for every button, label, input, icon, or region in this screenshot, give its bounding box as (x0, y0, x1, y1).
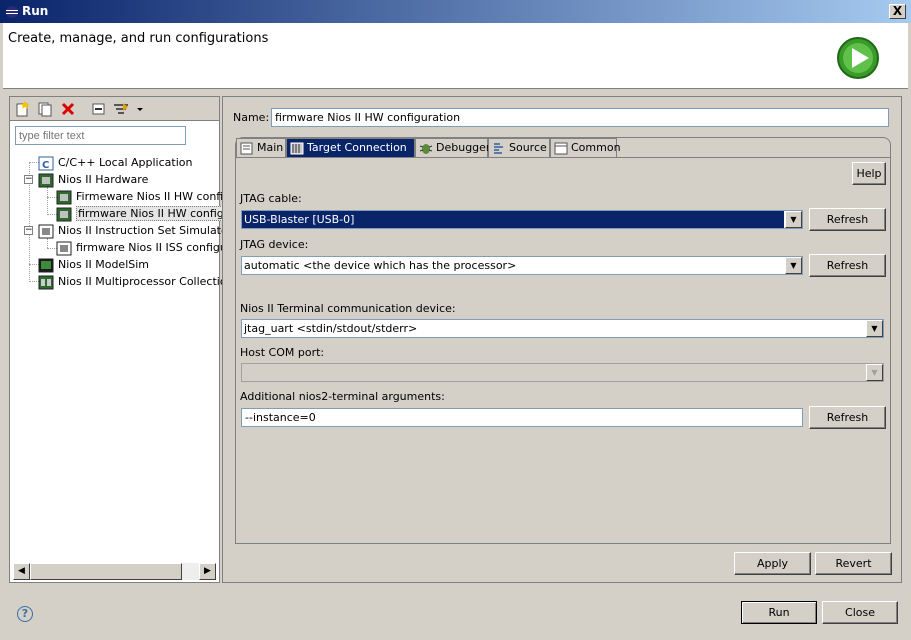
filter-icon[interactable] (113, 101, 129, 117)
source-icon (491, 141, 507, 156)
tree-item-cpp-local-app[interactable]: C C/C++ Local Application (38, 154, 192, 171)
jtag-device-select[interactable]: automatic <the device which has the proc… (241, 256, 803, 275)
delete-icon[interactable] (60, 101, 76, 117)
tree-item-firmeware-hw-config[interactable]: Firmeware Nios II HW configu (56, 188, 237, 205)
apply-button[interactable]: Apply (734, 552, 811, 575)
common-icon (553, 141, 569, 156)
jtag-cable-select[interactable]: USB-Blaster [USB-0] ▼ (241, 210, 803, 229)
svg-text:C: C (42, 160, 49, 171)
new-config-icon[interactable] (14, 101, 30, 117)
config-name-input[interactable]: firmware Nios II HW configuration (271, 108, 889, 127)
target-connection-icon (289, 141, 305, 156)
tree-item-iss-config[interactable]: firmware Nios II ISS configur (56, 239, 231, 256)
collapse-iss-toggle[interactable]: − (24, 226, 33, 235)
close-button[interactable]: Close (822, 601, 898, 624)
run-banner-icon (836, 36, 880, 80)
refresh-jtag-cable-button[interactable]: Refresh (809, 208, 886, 231)
tab-target-connection[interactable]: Target Connection (286, 138, 415, 158)
scroll-thumb[interactable] (30, 563, 182, 580)
window-title: Run (22, 4, 49, 18)
tree-item-nios-hardware[interactable]: Nios II Hardware (38, 171, 148, 188)
eclipse-app-icon (4, 4, 20, 19)
multiprocessor-icon (38, 275, 54, 290)
host-com-port-select: ▼ (241, 363, 884, 382)
scroll-right-icon[interactable]: ▶ (199, 563, 216, 580)
refresh-jtag-device-button[interactable]: Refresh (809, 254, 886, 277)
nios-hw-config-icon (56, 190, 72, 205)
close-window-button[interactable]: X (889, 4, 906, 19)
view-menu-dropdown-icon[interactable] (135, 101, 145, 117)
jtag-cable-label: JTAG cable: (240, 192, 302, 205)
host-com-port-label: Host COM port: (240, 346, 325, 359)
tab-folder (235, 137, 891, 544)
nios-hw-config-icon (56, 207, 72, 222)
iss-config-icon (56, 241, 72, 256)
duplicate-icon[interactable] (37, 101, 53, 117)
tree-horizontal-scrollbar[interactable]: ◀ ▶ (13, 563, 216, 580)
collapse-all-icon[interactable] (91, 101, 107, 117)
help-button[interactable]: Help (852, 162, 886, 185)
dropdown-arrow-icon[interactable]: ▼ (785, 257, 802, 274)
tree-item-iss[interactable]: Nios II Instruction Set Simulator (38, 222, 232, 239)
title-bar: Run X (0, 0, 911, 23)
tree-line (47, 187, 48, 215)
filter-input[interactable] (15, 126, 186, 145)
dialog-header: Create, manage, and run configurations (3, 23, 908, 89)
refresh-args-button[interactable]: Refresh (809, 406, 886, 429)
terminal-args-input[interactable]: --instance=0 (241, 408, 803, 427)
modelsim-icon (38, 258, 54, 273)
name-label: Name: (233, 111, 270, 124)
tab-separator (236, 157, 890, 158)
main-tab-icon (239, 141, 255, 156)
config-editor-panel: Name: firmware Nios II HW configuration … (222, 96, 902, 583)
tree-toolbar (10, 97, 219, 121)
scroll-left-icon[interactable]: ◀ (13, 563, 30, 580)
dropdown-arrow-icon: ▼ (866, 364, 883, 381)
jtag-device-label: JTAG device: (240, 238, 309, 251)
iss-icon (38, 224, 54, 239)
config-tree-panel: − − CC/C++ Local Application Nios II Har… (9, 96, 238, 583)
nios-hw-icon (38, 173, 54, 188)
tab-debugger[interactable]: Debugger (415, 138, 490, 158)
revert-button[interactable]: Revert (815, 552, 892, 575)
dropdown-arrow-icon[interactable]: ▼ (866, 320, 883, 337)
dialog-title: Create, manage, and run configurations (8, 31, 269, 46)
tree-item-modelsim[interactable]: Nios II ModelSim (38, 256, 149, 273)
tab-main[interactable]: Main (236, 138, 286, 158)
c-app-icon: C (38, 156, 54, 171)
debugger-bug-icon (418, 141, 434, 156)
terminal-device-select[interactable]: jtag_uart <stdin/stdout/stderr> ▼ (241, 319, 884, 338)
tree-item-firmware-hw-config[interactable]: firmware Nios II HW configur (56, 205, 238, 222)
tree-item-multiprocessor[interactable]: Nios II Multiprocessor Collection (38, 273, 234, 290)
run-button[interactable]: Run (741, 601, 817, 624)
tab-common[interactable]: Common (550, 138, 621, 158)
tab-source[interactable]: Source (488, 138, 550, 158)
tree-line (47, 238, 48, 248)
terminal-args-label: Additional nios2-terminal arguments: (240, 390, 445, 403)
terminal-device-label: Nios II Terminal communication device: (240, 302, 456, 315)
help-icon[interactable]: ? (17, 606, 33, 622)
dropdown-arrow-icon[interactable]: ▼ (785, 211, 802, 228)
collapse-nios-hardware-toggle[interactable]: − (24, 175, 33, 184)
